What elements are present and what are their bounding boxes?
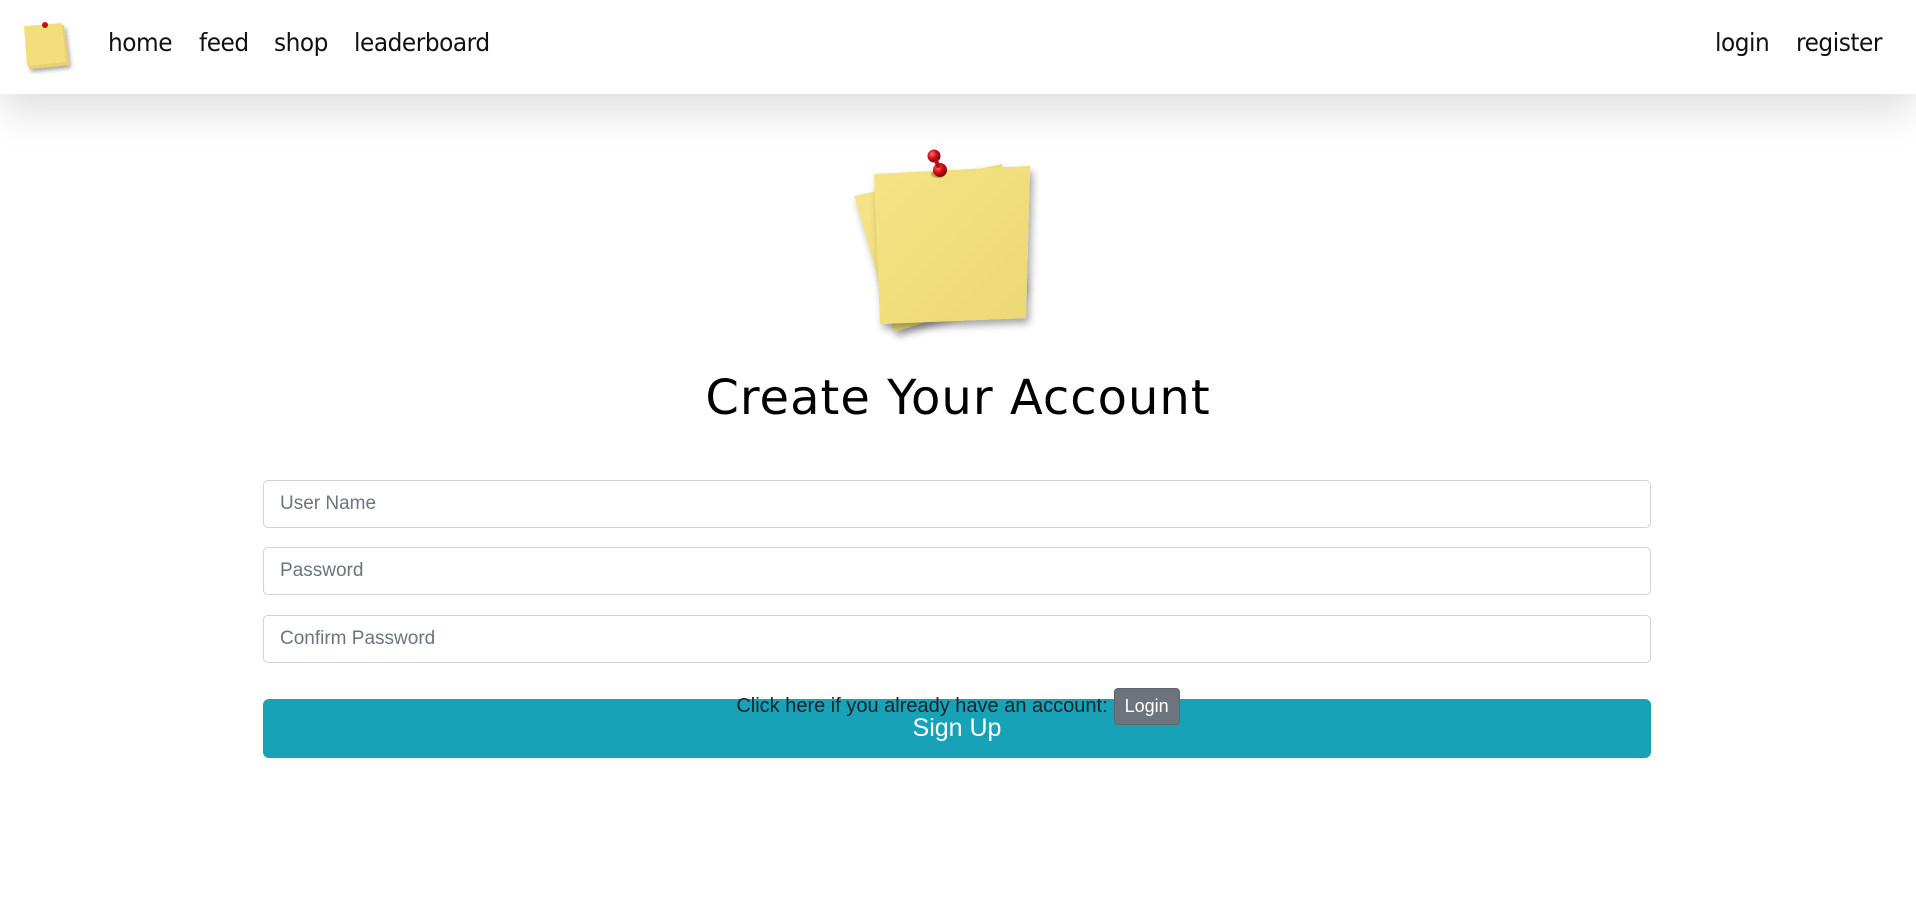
username-input[interactable] bbox=[263, 480, 1651, 528]
register-page: Create Your Account Sign Up Click here i… bbox=[0, 94, 1916, 906]
nav-link-home[interactable]: home bbox=[108, 28, 173, 57]
confirm-password-input[interactable] bbox=[263, 615, 1651, 663]
main-nav-links: home feed shop leaderboard bbox=[108, 28, 500, 57]
nav-link-feed[interactable]: feed bbox=[199, 28, 249, 57]
top-navbar: home feed shop leaderboard login registe… bbox=[0, 0, 1916, 94]
password-input[interactable] bbox=[263, 547, 1651, 595]
page-title: Create Your Account bbox=[705, 370, 1211, 426]
nav-link-shop[interactable]: shop bbox=[274, 28, 328, 57]
login-prompt: Click here if you already have an accoun… bbox=[0, 688, 1916, 725]
sticky-note-icon[interactable] bbox=[20, 20, 74, 74]
login-button[interactable]: Login bbox=[1113, 688, 1180, 725]
nav-link-login[interactable]: login bbox=[1715, 28, 1770, 57]
nav-link-register[interactable]: register bbox=[1796, 28, 1882, 57]
nav-link-leaderboard[interactable]: leaderboard bbox=[354, 28, 490, 57]
pinned-sticky-notes-icon bbox=[846, 144, 1056, 344]
auth-nav-links: login register bbox=[1715, 28, 1888, 57]
login-prompt-text: Click here if you already have an accoun… bbox=[736, 695, 1108, 717]
